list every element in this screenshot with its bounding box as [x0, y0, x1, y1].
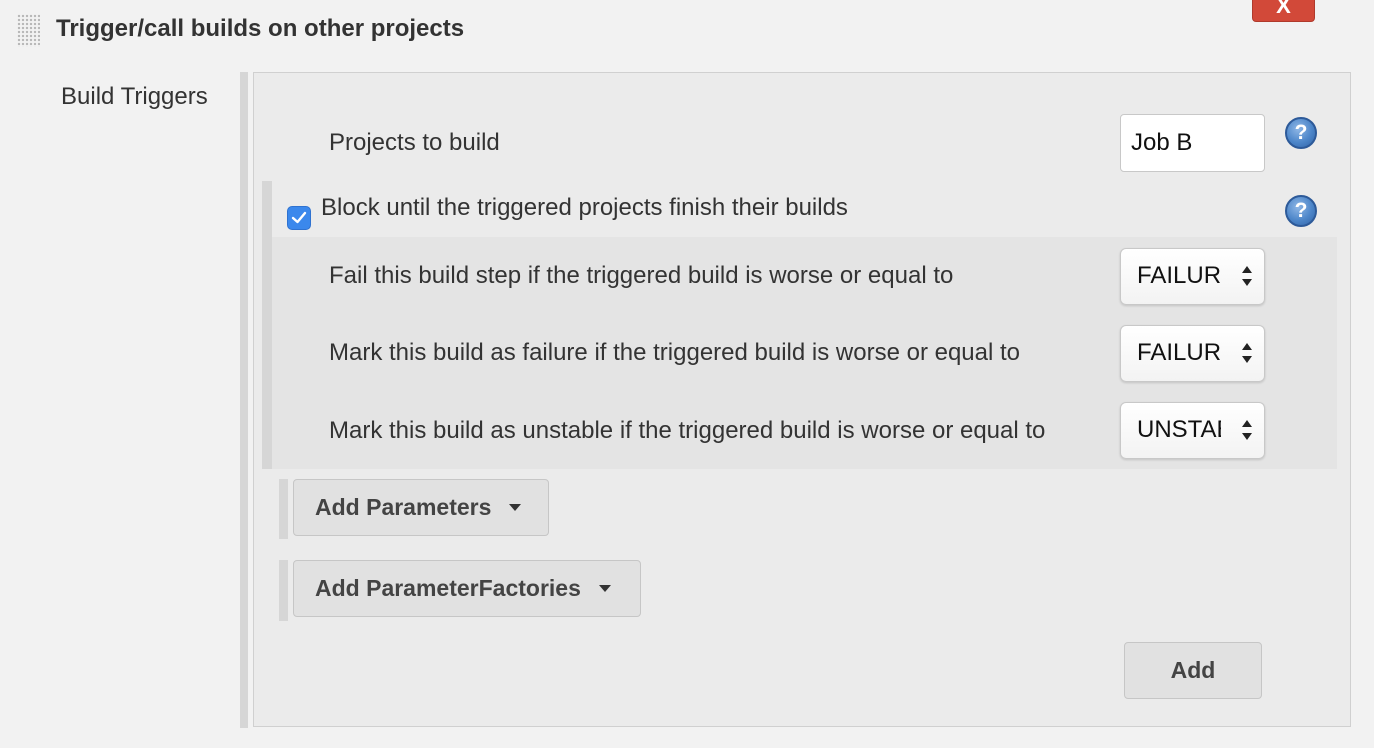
help-icon[interactable]: ? — [1285, 117, 1317, 149]
block-checkbox[interactable] — [287, 206, 311, 230]
add-parameter-factories-button[interactable]: Add ParameterFactories — [293, 560, 641, 617]
select-arrows-icon — [1242, 420, 1252, 440]
parameter-factories-bar — [279, 560, 288, 621]
section-title: Trigger/call builds on other projects — [56, 15, 465, 42]
help-icon[interactable]: ? — [1285, 195, 1317, 227]
build-triggers-label: Build Triggers — [61, 83, 208, 110]
mark-unstable-select[interactable]: UNSTABLE — [1120, 402, 1265, 459]
fail-step-select[interactable]: FAILURE — [1120, 248, 1265, 305]
block-section-bar — [262, 181, 272, 469]
mark-unstable-label: Mark this build as unstable if the trigg… — [329, 417, 1046, 444]
block-label: Block until the triggered projects finis… — [321, 194, 848, 221]
checkmark-icon — [291, 211, 307, 224]
select-arrows-icon — [1242, 266, 1252, 286]
select-value: FAILURE — [1137, 339, 1221, 366]
caret-down-icon — [509, 504, 522, 511]
section-bar — [240, 72, 248, 728]
delete-button[interactable]: X — [1252, 0, 1315, 22]
projects-to-build-input[interactable] — [1120, 114, 1265, 172]
select-value: UNSTABLE — [1137, 416, 1221, 443]
mark-failure-label: Mark this build as failure if the trigge… — [329, 339, 1021, 366]
add-parameters-button[interactable]: Add Parameters — [293, 479, 549, 536]
caret-down-icon — [598, 585, 611, 592]
mark-failure-select[interactable]: FAILURE — [1120, 325, 1265, 382]
select-arrows-icon — [1242, 343, 1252, 363]
drag-handle-icon[interactable] — [17, 14, 40, 47]
add-parameter-factories-label: Add ParameterFactories — [315, 575, 581, 601]
parameters-bar — [279, 479, 288, 539]
add-button[interactable]: Add — [1124, 642, 1262, 699]
add-parameters-label: Add Parameters — [315, 494, 492, 520]
projects-to-build-label: Projects to build — [329, 129, 500, 156]
fail-step-label: Fail this build step if the triggered bu… — [329, 262, 954, 289]
select-value: FAILURE — [1137, 262, 1221, 289]
